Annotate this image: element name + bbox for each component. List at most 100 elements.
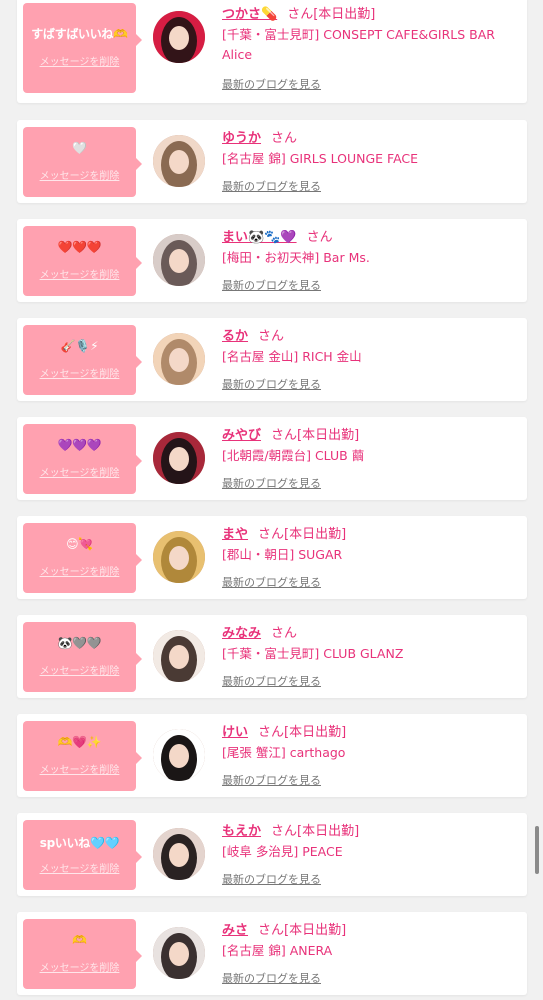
shop-info: [尾張 蟹江] carthago: [222, 745, 346, 760]
latest-blog-link[interactable]: 最新のブログを見る: [222, 277, 321, 293]
avatar[interactable]: [153, 234, 205, 286]
name-line: ゆうか さん: [222, 127, 521, 147]
name-line: もえか さん[本日出勤]: [222, 820, 521, 840]
attendance-badge: [本日出勤]: [284, 527, 347, 542]
name-line: るか さん: [222, 325, 521, 345]
list-item: ❤️❤️❤️ メッセージを削除 まい🐼🐾💜 さん [梅田・お初天神] Bar Ms. 最新…: [17, 219, 527, 302]
message-text: spいいね🩵🩵: [39, 836, 120, 850]
latest-blog-link[interactable]: 最新のブログを見る: [222, 475, 321, 491]
message-text: 💜💜💜: [57, 438, 102, 452]
list-item: 🫶💗✨ メッセージを削除 けい さん[本日出勤] [尾張 蟹江] carthago 最新の…: [17, 714, 527, 797]
delete-message-link[interactable]: メッセージを削除: [23, 167, 136, 182]
name-line: まや さん[本日出勤]: [222, 523, 521, 543]
message-bubble: 🐼🩶🩶 メッセージを削除: [23, 622, 142, 692]
profile-info: るか さん [名古屋 金山] RICH 金山: [222, 325, 521, 367]
list-item: 🤍 メッセージを削除 ゆうか さん [名古屋 錦] GIRLS LOUNGE FACE 最…: [17, 120, 527, 203]
list-item: 😊💘 メッセージを削除 まや さん[本日出勤] [郡山・朝日] SUGAR 最新のブログを…: [17, 516, 527, 599]
latest-blog-link[interactable]: 最新のブログを見る: [222, 178, 321, 194]
latest-blog-link[interactable]: 最新のブログを見る: [222, 376, 321, 392]
latest-blog-link[interactable]: 最新のブログを見る: [222, 871, 321, 887]
message-text: ❤️❤️❤️: [57, 240, 102, 254]
latest-blog-link[interactable]: 最新のブログを見る: [222, 673, 321, 689]
avatar[interactable]: [153, 135, 205, 187]
delete-message-link[interactable]: メッセージを削除: [23, 53, 136, 68]
profile-info: ゆうか さん [名古屋 錦] GIRLS LOUNGE FACE: [222, 127, 521, 169]
message-bubble: 💜💜💜 メッセージを削除: [23, 424, 142, 494]
name-line: つかさ💊 さん[本日出勤]: [222, 3, 521, 23]
message-bubble: 🎸🎙️⚡ メッセージを削除: [23, 325, 142, 395]
profile-name-link[interactable]: まい🐼🐾💜: [222, 230, 297, 245]
delete-message-link[interactable]: メッセージを削除: [23, 662, 136, 677]
delete-message-link[interactable]: メッセージを削除: [23, 959, 136, 974]
delete-message-link[interactable]: メッセージを削除: [23, 761, 136, 776]
profile-name-link[interactable]: つかさ💊: [222, 7, 277, 22]
profile-name-link[interactable]: もえか: [222, 824, 261, 839]
attendance-badge: [本日出勤]: [284, 725, 347, 740]
shop-info: [郡山・朝日] SUGAR: [222, 547, 343, 562]
message-text: 🐼🩶🩶: [57, 636, 102, 650]
profile-name-link[interactable]: まや: [222, 527, 248, 542]
honorific: さん: [258, 329, 285, 344]
honorific: さん: [271, 626, 298, 641]
avatar[interactable]: [153, 531, 205, 583]
avatar[interactable]: [153, 729, 205, 781]
delete-message-link[interactable]: メッセージを削除: [23, 860, 136, 875]
list-item: 💜💜💜 メッセージを削除 みやび さん[本日出勤] [北朝霞/朝霞台] CLUB 繭最新…: [17, 417, 527, 500]
profile-name-link[interactable]: ゆうか: [222, 131, 261, 146]
name-line: みなみ さん: [222, 622, 521, 642]
delete-message-link[interactable]: メッセージを削除: [23, 365, 136, 380]
honorific: さん: [258, 923, 285, 938]
profile-info: まや さん[本日出勤] [郡山・朝日] SUGAR: [222, 523, 521, 565]
profile-name-link[interactable]: みなみ: [222, 626, 261, 641]
list-item: 🎸🎙️⚡ メッセージを削除 るか さん [名古屋 金山] RICH 金山 最新のブログを見…: [17, 318, 527, 401]
profile-info: けい さん[本日出勤] [尾張 蟹江] carthago: [222, 721, 521, 763]
shop-info: [岐阜 多治見] PEACE: [222, 844, 343, 859]
shop-info: [名古屋 錦] ANERA: [222, 943, 333, 958]
message-bubble: 🫶 メッセージを削除: [23, 919, 142, 989]
honorific: さん: [271, 428, 298, 443]
profile-name-link[interactable]: みやび: [222, 428, 261, 443]
latest-blog-link[interactable]: 最新のブログを見る: [222, 574, 321, 590]
latest-blog-link[interactable]: 最新のブログを見る: [222, 970, 321, 986]
shop-info: [千葉・富士見町] CLUB GLANZ: [222, 646, 404, 661]
message-text: 😊💘: [66, 537, 93, 551]
profile-info: みなみ さん [千葉・富士見町] CLUB GLANZ: [222, 622, 521, 664]
profile-name-link[interactable]: るか: [222, 329, 248, 344]
avatar[interactable]: [153, 11, 205, 63]
message-bubble: 😊💘 メッセージを削除: [23, 523, 142, 593]
avatar[interactable]: [153, 927, 205, 979]
avatar[interactable]: [153, 432, 205, 484]
honorific: さん: [306, 230, 333, 245]
list-item: 🐼🩶🩶 メッセージを削除 みなみ さん [千葉・富士見町] CLUB GLANZ 最新のブ…: [17, 615, 527, 698]
shop-info: [名古屋 錦] GIRLS LOUNGE FACE: [222, 151, 419, 166]
name-line: みやび さん[本日出勤]: [222, 424, 521, 444]
delete-message-link[interactable]: メッセージを削除: [23, 464, 136, 479]
latest-blog-link[interactable]: 最新のブログを見る: [222, 772, 321, 788]
profile-info: みやび さん[本日出勤] [北朝霞/朝霞台] CLUB 繭: [222, 424, 521, 466]
latest-blog-link[interactable]: 最新のブログを見る: [222, 76, 321, 92]
message-text: 🫶💗✨: [57, 735, 102, 749]
shop-info: [千葉・富士見町] CONSEPT CAFE&GIRLS BAR Alice: [222, 27, 495, 62]
shop-info: [北朝霞/朝霞台] CLUB 繭: [222, 448, 365, 463]
scrollbar[interactable]: [535, 826, 539, 874]
delete-message-link[interactable]: メッセージを削除: [23, 563, 136, 578]
message-bubble: すばすばいいね🫶 メッセージを削除: [23, 3, 142, 93]
avatar[interactable]: [153, 333, 205, 385]
avatar[interactable]: [153, 630, 205, 682]
name-line: みさ さん[本日出勤]: [222, 919, 521, 939]
profile-info: まい🐼🐾💜 さん [梅田・お初天神] Bar Ms.: [222, 226, 521, 268]
list-item: すばすばいいね🫶 メッセージを削除 つかさ💊 さん[本日出勤] [千葉・富士見町] CO…: [17, 0, 527, 103]
name-line: まい🐼🐾💜 さん: [222, 226, 521, 246]
avatar[interactable]: [153, 828, 205, 880]
message-text: 🫶: [72, 933, 87, 947]
list-item: spいいね🩵🩵 メッセージを削除 もえか さん[本日出勤] [岐阜 多治見] PEACE…: [17, 813, 527, 896]
profile-name-link[interactable]: けい: [222, 725, 248, 740]
profile-name-link[interactable]: みさ: [222, 923, 248, 938]
message-text: すばすばいいね🫶: [31, 27, 128, 41]
delete-message-link[interactable]: メッセージを削除: [23, 266, 136, 281]
shop-info: [名古屋 金山] RICH 金山: [222, 349, 362, 364]
message-text: 🎸🎙️⚡: [60, 339, 99, 353]
honorific: さん: [271, 824, 298, 839]
message-text: 🤍: [72, 141, 87, 155]
profile-info: もえか さん[本日出勤] [岐阜 多治見] PEACE: [222, 820, 521, 862]
